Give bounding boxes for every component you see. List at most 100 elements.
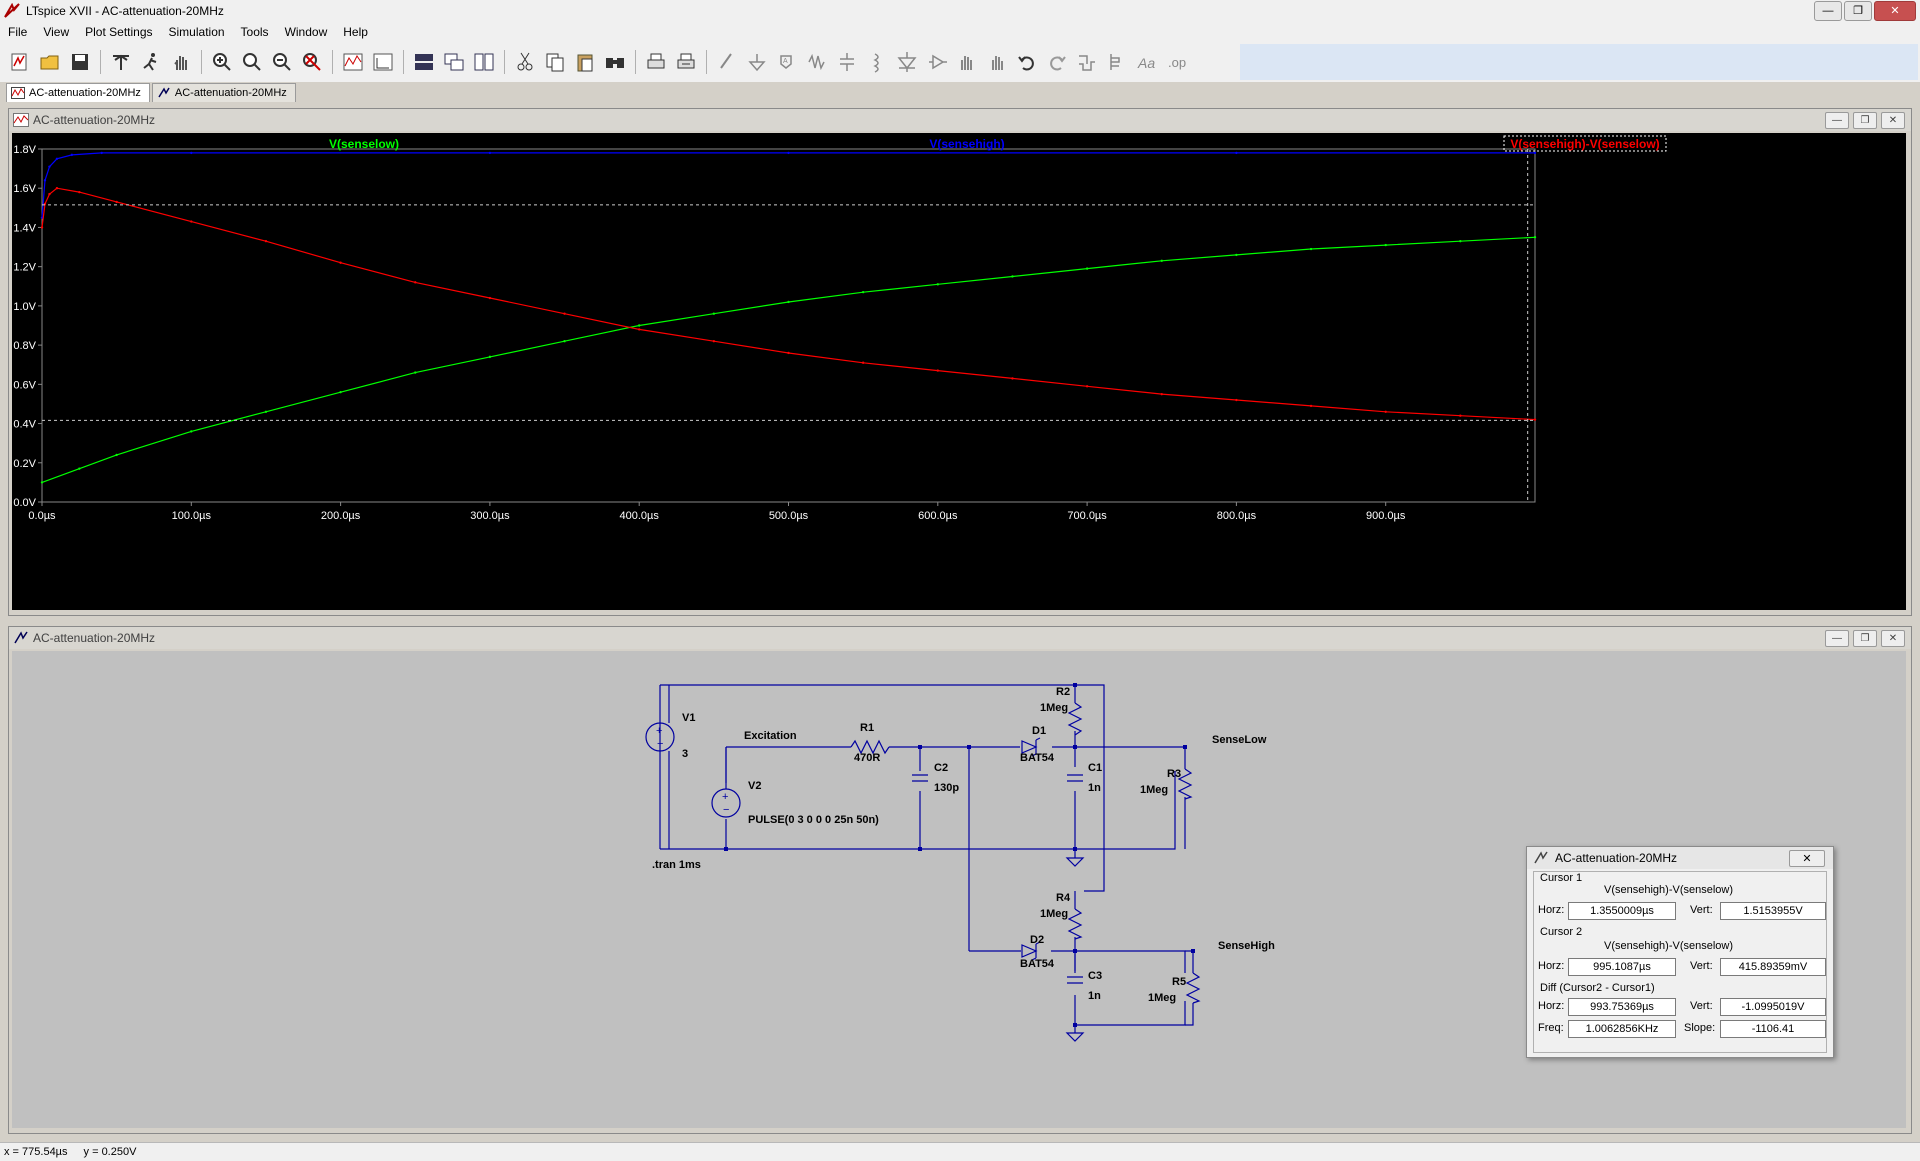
capacitor-c2-symbol[interactable] xyxy=(912,774,928,782)
schematic-minimize-button[interactable]: — xyxy=(1825,630,1849,647)
drag-button[interactable] xyxy=(983,48,1011,76)
print-setup-button[interactable] xyxy=(672,48,700,76)
maximize-button[interactable]: ❐ xyxy=(1844,1,1872,21)
cursor2-horz-field[interactable]: 995.1087µs xyxy=(1568,958,1676,976)
capacitor-c1-symbol[interactable] xyxy=(1067,774,1083,782)
c1-value[interactable]: 1n xyxy=(1088,782,1101,794)
resistor-r5-symbol[interactable] xyxy=(1185,972,1201,1004)
r3-value[interactable]: 1Meg xyxy=(1140,784,1168,796)
schematic-restore-button[interactable]: ❐ xyxy=(1853,630,1877,647)
ground-button[interactable] xyxy=(743,48,771,76)
zoom-in-button[interactable] xyxy=(208,48,236,76)
tile-horizontal-button[interactable] xyxy=(410,48,438,76)
tab-schematic[interactable]: AC-attenuation-20MHz xyxy=(151,83,296,102)
r4-name[interactable]: R4 xyxy=(1056,892,1071,904)
diff-horz-field[interactable]: 993.75369µs xyxy=(1568,998,1676,1016)
rotate-button[interactable] xyxy=(1073,48,1101,76)
label-net-button[interactable]: A xyxy=(773,48,801,76)
mirror-button[interactable] xyxy=(1103,48,1131,76)
cursor-dialog-titlebar[interactable]: AC-attenuation-20MHz ✕ xyxy=(1527,847,1833,869)
minimize-button[interactable]: — xyxy=(1814,1,1842,21)
legend-senselow[interactable]: V(senselow) xyxy=(329,137,399,151)
r5-name[interactable]: R5 xyxy=(1172,976,1186,988)
r4-value[interactable]: 1Meg xyxy=(1040,908,1068,920)
d1-name[interactable]: D1 xyxy=(1032,725,1046,737)
plot-restore-button[interactable]: ❐ xyxy=(1853,112,1877,129)
plot-settings-button[interactable] xyxy=(369,48,397,76)
v1-name[interactable]: V1 xyxy=(682,712,695,724)
capacitor-c3-symbol[interactable] xyxy=(1067,976,1083,984)
ground-symbol[interactable] xyxy=(1065,857,1085,867)
menu-help[interactable]: Help xyxy=(335,25,376,39)
close-button[interactable]: ✕ xyxy=(1874,1,1916,21)
d2-value[interactable]: BAT54 xyxy=(1020,958,1055,970)
move-button[interactable] xyxy=(953,48,981,76)
pan-hand-button[interactable] xyxy=(167,48,195,76)
c3-value[interactable]: 1n xyxy=(1088,990,1101,1002)
menu-simulation[interactable]: Simulation xyxy=(161,25,233,39)
r2-value[interactable]: 1Meg xyxy=(1040,702,1068,714)
cursor-readout-dialog[interactable]: AC-attenuation-20MHz ✕ Cursor 1 V(senseh… xyxy=(1526,846,1834,1058)
cursor1-horz-field[interactable]: 1.3550009µs xyxy=(1568,902,1676,920)
r1-value[interactable]: 470R xyxy=(854,752,880,764)
diode-button[interactable] xyxy=(893,48,921,76)
c2-name[interactable]: C2 xyxy=(934,762,948,774)
run-button[interactable] xyxy=(137,48,165,76)
v1-value[interactable]: 3 xyxy=(682,748,688,760)
capacitor-button[interactable] xyxy=(833,48,861,76)
zoom-fit-button[interactable] xyxy=(298,48,326,76)
d2-name[interactable]: D2 xyxy=(1030,934,1044,946)
menu-plot-settings[interactable]: Plot Settings xyxy=(77,25,160,39)
menu-tools[interactable]: Tools xyxy=(233,25,277,39)
net-label-excitation[interactable]: Excitation xyxy=(744,730,797,742)
tile-vertical-button[interactable] xyxy=(470,48,498,76)
control-panel-button[interactable] xyxy=(107,48,135,76)
cut-button[interactable] xyxy=(511,48,539,76)
series-line-diff[interactable] xyxy=(41,187,1536,421)
r1-name[interactable]: R1 xyxy=(860,722,874,734)
menu-view[interactable]: View xyxy=(35,25,77,39)
diff-vert-field[interactable]: -1.0995019V xyxy=(1720,998,1826,1016)
tran-directive[interactable]: .tran 1ms xyxy=(652,859,701,871)
copy-button[interactable] xyxy=(541,48,569,76)
text-button[interactable]: Aa xyxy=(1133,48,1161,76)
resistor-r4-symbol[interactable] xyxy=(1067,908,1083,940)
legend-diff[interactable]: V(sensehigh)-V(senselow) xyxy=(1510,137,1659,151)
print-button[interactable] xyxy=(642,48,670,76)
open-schematic-button[interactable] xyxy=(6,48,34,76)
redo-button[interactable] xyxy=(1043,48,1071,76)
resistor-button[interactable] xyxy=(803,48,831,76)
net-label-sensehigh[interactable]: SenseHigh xyxy=(1218,940,1275,952)
cursor-dialog-close-button[interactable]: ✕ xyxy=(1789,850,1825,867)
cursor1-vert-field[interactable]: 1.5153955V xyxy=(1720,902,1826,920)
tab-waveform[interactable]: AC-attenuation-20MHz xyxy=(6,83,150,102)
save-button[interactable] xyxy=(66,48,94,76)
cursor2-vert-field[interactable]: 415.89359mV xyxy=(1720,958,1826,976)
v2-value[interactable]: PULSE(0 3 0 0 0 25n 50n) xyxy=(748,814,879,826)
open-file-button[interactable] xyxy=(36,48,64,76)
schematic-close-button[interactable]: ✕ xyxy=(1881,630,1905,647)
wire-button[interactable] xyxy=(713,48,741,76)
paste-button[interactable] xyxy=(571,48,599,76)
waveform-chart[interactable]: 0.0V 0.2V 0.4V 0.6V 0.8V 1.0V 1.2V 1.4V 1.6V 1.8V… xyxy=(12,133,1906,610)
zoom-area-button[interactable] xyxy=(238,48,266,76)
series-line-senselow[interactable] xyxy=(41,236,1536,483)
undo-button[interactable] xyxy=(1013,48,1041,76)
component-button[interactable] xyxy=(923,48,951,76)
series-line-sensehigh[interactable] xyxy=(41,152,1535,218)
resistor-r2-symbol[interactable] xyxy=(1067,702,1083,736)
ground-symbol[interactable] xyxy=(1065,1032,1085,1042)
diff-slope-field[interactable]: -1106.41 xyxy=(1720,1020,1826,1038)
menu-window[interactable]: Window xyxy=(277,25,336,39)
plot-minimize-button[interactable]: — xyxy=(1825,112,1849,129)
diff-freq-field[interactable]: 1.0062856KHz xyxy=(1568,1020,1676,1038)
plot-close-button[interactable]: ✕ xyxy=(1881,112,1905,129)
waveform-plot-area[interactable]: 0.0V 0.2V 0.4V 0.6V 0.8V 1.0V 1.2V 1.4V 1.6V 1.8V… xyxy=(12,133,1906,610)
inductor-button[interactable] xyxy=(863,48,891,76)
cascade-button[interactable] xyxy=(440,48,468,76)
spice-directive-button[interactable]: .op xyxy=(1163,48,1191,76)
r2-name[interactable]: R2 xyxy=(1056,686,1070,698)
v2-name[interactable]: V2 xyxy=(748,780,761,792)
r3-name[interactable]: R3 xyxy=(1167,768,1181,780)
r5-value[interactable]: 1Meg xyxy=(1148,992,1176,1004)
